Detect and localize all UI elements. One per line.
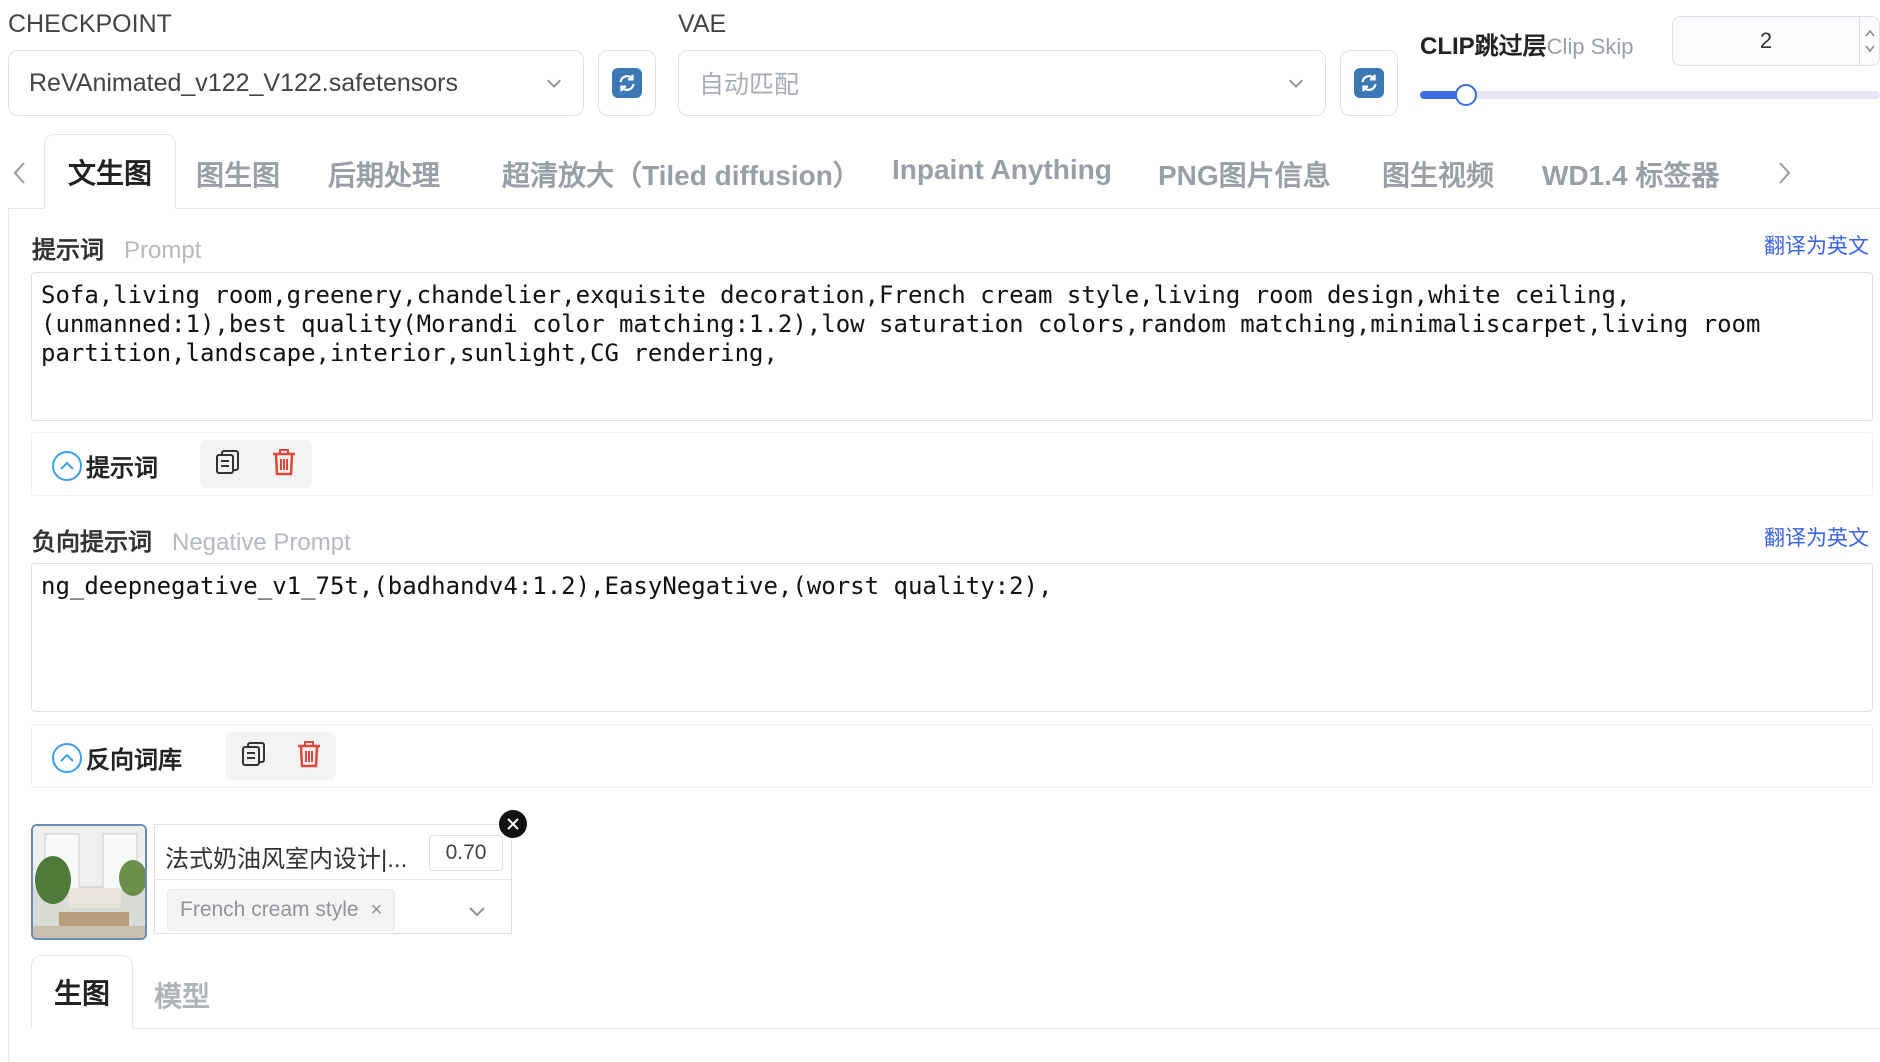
lora-card: 法式奶油风室内设计|... 0.70 French cream style ×	[154, 824, 512, 934]
chevron-right-icon[interactable]	[1776, 160, 1792, 186]
negative-prompt-title: 负向提示词 Negative Prompt	[32, 522, 351, 557]
tabbar-divider	[8, 208, 1880, 209]
panel-border	[8, 208, 9, 1062]
tab-postprocess[interactable]: 后期处理	[328, 154, 440, 194]
slider-track	[1420, 91, 1880, 99]
copy-icon[interactable]	[214, 448, 242, 481]
checkpoint-label: CHECKPOINT	[8, 10, 172, 38]
lora-weight-input[interactable]: 0.70	[429, 835, 503, 871]
chevron-down-icon	[547, 79, 561, 88]
prompt-collapse-toggle[interactable]: 提示词	[52, 448, 158, 483]
refresh-icon	[612, 68, 642, 98]
tab-txt2img[interactable]: 文生图	[44, 134, 176, 209]
clip-skip-slider[interactable]	[1420, 84, 1880, 106]
lora-remove-button[interactable]	[499, 810, 527, 838]
lora-tag-label: French cream style	[180, 898, 359, 921]
clip-skip-label: CLIP跳过层Clip Skip	[1420, 26, 1633, 61]
bottom-tabbar-divider	[130, 1028, 1880, 1029]
tab-img2img[interactable]: 图生图	[196, 154, 280, 194]
tab-img2video[interactable]: 图生视频	[1382, 154, 1494, 194]
tab-generate[interactable]: 生图	[31, 955, 133, 1029]
negative-actions	[226, 732, 336, 780]
copy-icon[interactable]	[240, 740, 268, 773]
close-icon	[507, 818, 519, 830]
prompt-title-text: 提示词	[32, 237, 104, 264]
tab-png-info[interactable]: PNG图片信息	[1158, 154, 1331, 194]
checkpoint-value: ReVAnimated_v122_V122.safetensors	[29, 68, 458, 97]
clip-skip-title: CLIP跳过层	[1420, 33, 1547, 60]
vae-label: VAE	[678, 10, 727, 38]
prompt-textarea[interactable]: Sofa,living room,greenery,chandelier,exq…	[31, 272, 1873, 421]
slider-handle[interactable]	[1455, 84, 1477, 106]
refresh-icon	[1354, 68, 1384, 98]
tab-wd14-tagger[interactable]: WD1.4 标签器	[1542, 154, 1719, 194]
prompt-translate-link[interactable]: 翻译为英文	[1764, 230, 1869, 260]
prompt-collapse-label: 提示词	[86, 455, 158, 482]
negative-collapse-toggle[interactable]: 反向词库	[52, 740, 182, 775]
clip-skip-sublabel: Clip Skip	[1546, 34, 1634, 59]
chevron-left-icon[interactable]	[12, 160, 28, 186]
negative-collapse-label: 反向词库	[86, 747, 182, 774]
checkpoint-select[interactable]: ReVAnimated_v122_V122.safetensors	[8, 50, 584, 116]
tag-remove-icon[interactable]: ×	[371, 899, 383, 922]
lora-tag-chip: French cream style ×	[167, 889, 396, 931]
lora-thumbnail[interactable]	[31, 824, 147, 940]
clip-skip-value: 2	[1759, 28, 1773, 53]
lora-divider	[155, 879, 511, 880]
chevron-up-circle-icon	[52, 742, 82, 773]
negative-subtitle: Negative Prompt	[172, 529, 351, 556]
tab-inpaint-anything[interactable]: Inpaint Anything	[892, 154, 1112, 186]
prompt-subtitle: Prompt	[124, 237, 202, 264]
checkpoint-refresh-button[interactable]	[598, 50, 656, 116]
vae-placeholder: 自动匹配	[699, 71, 800, 99]
chevron-down-icon[interactable]	[467, 901, 487, 921]
lora-name: 法式奶油风室内设计|...	[165, 846, 408, 873]
prompt-title: 提示词 Prompt	[32, 230, 201, 265]
trash-icon[interactable]	[270, 448, 298, 481]
negative-prompt-textarea[interactable]: ng_deepnegative_v1_75t,(badhandv4:1.2),E…	[31, 563, 1873, 712]
vae-select[interactable]: 自动匹配	[678, 50, 1326, 116]
negative-translate-link[interactable]: 翻译为英文	[1764, 522, 1869, 552]
prompt-actions	[200, 440, 312, 488]
negative-title-text: 负向提示词	[32, 529, 152, 556]
chevron-up-circle-icon	[52, 450, 82, 481]
chevron-down-icon	[1289, 79, 1303, 88]
tab-model[interactable]: 模型	[154, 975, 210, 1015]
tab-tiled-diffusion[interactable]: 超清放大（Tiled diffusion）	[502, 154, 861, 194]
vae-refresh-button[interactable]	[1340, 50, 1398, 116]
clip-skip-stepper[interactable]	[1860, 29, 1879, 53]
clip-skip-input[interactable]: 2	[1672, 16, 1880, 66]
trash-icon[interactable]	[295, 740, 323, 773]
